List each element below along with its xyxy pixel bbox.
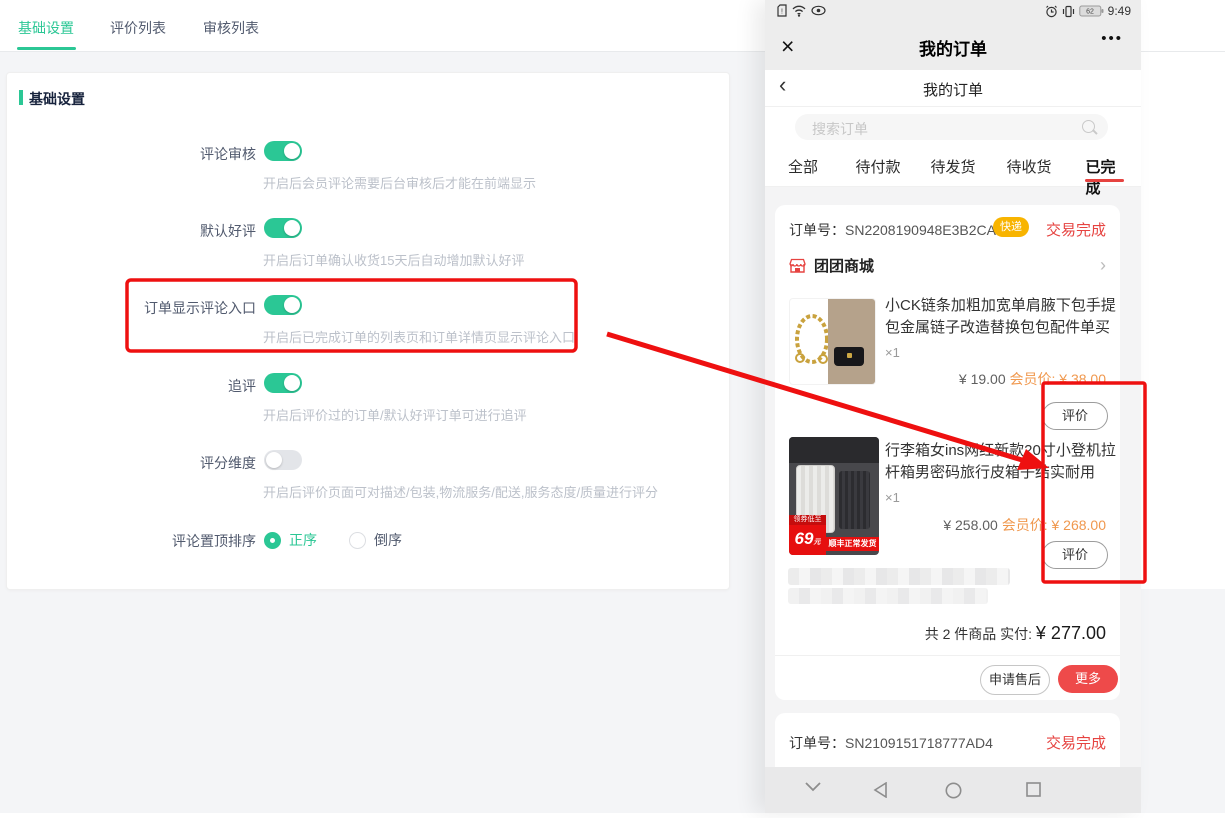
eye-icon [811, 5, 826, 16]
setting-label: 默认好评 [76, 221, 256, 241]
app-nav-bar: ‹ 我的订单 [765, 70, 1141, 107]
tab-audit-list[interactable]: 审核列表 [203, 18, 259, 38]
chain-graphic [790, 299, 830, 384]
storefront-icon [789, 258, 806, 274]
member-price: 会员价: ¥ 268.00 [1002, 517, 1106, 533]
search-row: 搜索订单 [765, 107, 1141, 146]
android-back-icon[interactable] [873, 782, 888, 798]
setting-label: 评论审核 [76, 144, 256, 164]
product-price: ¥ 19.00 会员价: ¥ 38.00 [959, 369, 1106, 389]
search-placeholder: 搜索订单 [812, 119, 868, 139]
section-title: 基础设置 [19, 89, 85, 109]
setting-description: 开启后评价过的订单/默认好评订单可进行追评 [263, 405, 527, 424]
review-button-2[interactable]: 评价 [1042, 541, 1108, 569]
product-title[interactable]: 小CK链条加粗加宽单肩腋下包手提包金属链子改造替换包包配件单买 [885, 295, 1127, 339]
tab-review-list[interactable]: 评价列表 [110, 18, 166, 38]
member-price: 会员价: ¥ 38.00 [1010, 371, 1107, 387]
toggle-knob [284, 375, 300, 391]
toggle-knob [284, 143, 300, 159]
tab-pending-shipment[interactable]: 待发货 [930, 156, 975, 177]
radio-descending[interactable] [349, 532, 366, 549]
order-status: 交易完成 [1046, 732, 1106, 753]
alarm-icon [1045, 5, 1058, 18]
android-home-icon[interactable] [945, 782, 962, 799]
radio-ascending-label[interactable]: 正序 [289, 530, 317, 550]
toggle-knob [284, 297, 300, 313]
product-image-bag[interactable] [789, 298, 876, 385]
more-icon[interactable]: ••• [1101, 30, 1123, 47]
android-recents-icon[interactable] [1026, 782, 1041, 797]
dark-suitcase [839, 471, 870, 529]
more-actions-button[interactable]: 更多 [1058, 665, 1118, 693]
wechat-title: 我的订单 [765, 35, 1141, 60]
coupon-badge: 领券低至 69元 [789, 515, 826, 555]
order-number: 订单号：SN2208190948E3B2CA [789, 220, 996, 240]
phone-screenshot: ! 62 9:49 × 我的订单 ••• ‹ 我的订单 搜索订单 全部 待付款 … [765, 0, 1141, 813]
tab-completed[interactable]: 已完成 [1086, 156, 1123, 198]
toggle-followup-review[interactable] [264, 373, 302, 393]
active-tab-underline [1085, 179, 1124, 182]
shipping-badge: 顺丰正常发货 [826, 537, 879, 551]
setting-label: 订单显示评论入口 [76, 298, 256, 318]
order-card-1: 订单号：SN2208190948E3B2CA 快递 交易完成 团团商城 › 小C… [775, 205, 1120, 700]
shop-name: 团团商城 [814, 255, 874, 276]
order-total: 共 2 件商品 实付: ¥ 277.00 [925, 623, 1106, 644]
delivery-badge: 快递 [993, 217, 1029, 237]
vibrate-icon [1062, 5, 1075, 18]
tab-pending-receipt[interactable]: 待收货 [1006, 156, 1051, 177]
active-tab-underline [17, 47, 76, 50]
chevron-right-icon[interactable]: › [1100, 255, 1106, 276]
setting-label: 评分维度 [76, 453, 256, 473]
product-qty: ×1 [885, 490, 900, 505]
sd-card-icon: ! [777, 4, 787, 17]
search-input[interactable]: 搜索订单 [795, 114, 1108, 140]
status-time: 9:49 [1108, 4, 1131, 18]
setting-label: 追评 [76, 376, 256, 396]
order-tabs: 全部 待付款 待发货 待收货 已完成 [765, 146, 1141, 187]
shop-row[interactable]: 团团商城 [789, 255, 874, 276]
admin-right-whitespace [1141, 52, 1225, 589]
svg-text:!: ! [781, 9, 783, 16]
tab-pending-payment[interactable]: 待付款 [855, 156, 900, 177]
order-number: 订单号：SN2109151718777AD4 [789, 733, 993, 753]
setting-description: 开启后订单确认收货15天后自动增加默认好评 [263, 250, 524, 269]
toggle-rating-dimension[interactable] [264, 450, 302, 470]
product-image-luggage[interactable]: 领券低至 69元 顺丰正常发货 [789, 437, 879, 555]
setting-label: 评论置顶排序 [76, 531, 256, 551]
tab-basic-settings[interactable]: 基础设置 [18, 18, 74, 38]
product-price: ¥ 258.00 会员价: ¥ 268.00 [943, 515, 1106, 535]
settings-card: 基础设置 评论审核 开启后会员评论需要后台审核后才能在前端显示 默认好评 开启后… [6, 72, 730, 590]
toggle-default-good-review[interactable] [264, 218, 302, 238]
tab-all[interactable]: 全部 [788, 156, 818, 177]
status-bar: ! 62 9:49 [765, 0, 1141, 22]
order-status: 交易完成 [1046, 219, 1106, 240]
photo-background [789, 437, 879, 463]
product-title[interactable]: 行李箱女ins网红新款20寸小登机拉杆箱男密码旅行皮箱子结实耐用 [885, 440, 1127, 484]
wifi-icon [792, 5, 806, 17]
wechat-header: × 我的订单 ••• [765, 22, 1141, 70]
hide-keyboard-icon[interactable] [805, 782, 821, 792]
svg-text:62: 62 [1086, 9, 1094, 16]
search-icon [1082, 120, 1095, 133]
divider [775, 655, 1120, 656]
product-qty: ×1 [885, 345, 900, 360]
toggle-knob [284, 220, 300, 236]
toggle-comment-audit[interactable] [264, 141, 302, 161]
radio-ascending[interactable] [264, 532, 281, 549]
setting-description: 开启后已完成订单的列表页和订单详情页显示评论入口 [263, 327, 575, 346]
setting-description: 开启后会员评论需要后台审核后才能在前端显示 [263, 173, 536, 192]
censored-address [788, 568, 1010, 604]
battery-icon: 62 [1079, 5, 1104, 17]
after-sale-button[interactable]: 申请售后 [980, 665, 1050, 695]
total-amount: ¥ 277.00 [1036, 623, 1106, 643]
radio-descending-label[interactable]: 倒序 [374, 530, 402, 550]
model-photo [828, 299, 875, 384]
review-button-1[interactable]: 评价 [1042, 402, 1108, 430]
toggle-order-review-entry[interactable] [264, 295, 302, 315]
toggle-knob [266, 452, 282, 468]
android-nav-bar [765, 767, 1141, 813]
setting-description: 开启后评价页面可对描述/包装,物流服务/配送,服务态度/质量进行评分 [263, 482, 658, 501]
app-nav-title: 我的订单 [765, 79, 1141, 100]
